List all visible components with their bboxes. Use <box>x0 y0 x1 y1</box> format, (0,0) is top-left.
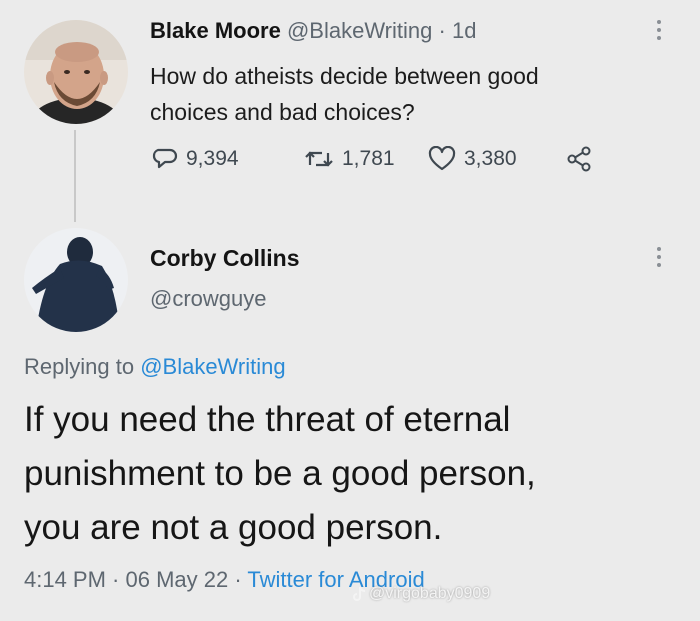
replying-to: Replying to @BlakeWriting <box>24 354 286 380</box>
meta-separator-2: · <box>228 567 248 592</box>
reply-author-handle[interactable]: @crowguye <box>150 286 267 312</box>
reply-text-line-1: If you need the threat of eternal <box>24 400 511 439</box>
tweet-age[interactable]: 1d <box>452 18 476 43</box>
reply-count: 9,394 <box>186 147 239 170</box>
tweet-text-line-1: How do atheists decide between good <box>150 63 539 89</box>
reply-text-line-3: you are not a good person. <box>24 508 443 547</box>
corby-collins-avatar[interactable] <box>24 228 128 332</box>
tweet-text-line-2: choices and bad choices? <box>150 99 415 125</box>
retweet-icon <box>305 151 333 167</box>
retweet-count: 1,781 <box>342 147 395 170</box>
heart-icon <box>428 146 456 171</box>
reply-date[interactable]: 06 May 22 <box>126 567 229 592</box>
blake-moore-avatar[interactable] <box>24 20 128 124</box>
tweet-more-icon[interactable] <box>657 20 661 40</box>
tweet-header: Blake Moore @BlakeWriting · 1d <box>150 18 476 44</box>
reply-time[interactable]: 4:14 PM <box>24 567 106 592</box>
reply-text: If you need the threat of eternal punish… <box>24 393 536 555</box>
like-count: 3,380 <box>464 147 517 170</box>
reply-text-line-2: punishment to be a good person, <box>24 454 536 493</box>
share-icon <box>567 146 591 172</box>
like-action[interactable]: 3,380 <box>428 146 517 172</box>
watermark: @virgobaby0909 <box>352 585 490 603</box>
retweet-action[interactable]: 1,781 <box>304 146 395 172</box>
share-action[interactable] <box>566 146 592 172</box>
reply-icon <box>152 148 178 169</box>
tweet-author-handle[interactable]: @BlakeWriting <box>287 18 432 43</box>
reply-action[interactable]: 9,394 <box>152 146 239 172</box>
thread-line <box>74 130 76 222</box>
reply-more-icon[interactable] <box>657 247 661 267</box>
tweet-text: How do atheists decide between good choi… <box>150 58 539 130</box>
replying-to-prefix: Replying to <box>24 354 141 379</box>
meta-separator-1: · <box>105 567 126 592</box>
replying-to-link[interactable]: @BlakeWriting <box>140 354 285 379</box>
tweet-separator: · <box>438 18 446 43</box>
watermark-text: @virgobaby0909 <box>369 585 491 602</box>
reply-author-name[interactable]: Corby Collins <box>150 245 300 272</box>
tiktok-icon <box>353 586 366 601</box>
screenshot: Blake Moore @BlakeWriting · 1d How do at… <box>0 0 700 621</box>
tweet-author-name[interactable]: Blake Moore <box>150 18 281 43</box>
